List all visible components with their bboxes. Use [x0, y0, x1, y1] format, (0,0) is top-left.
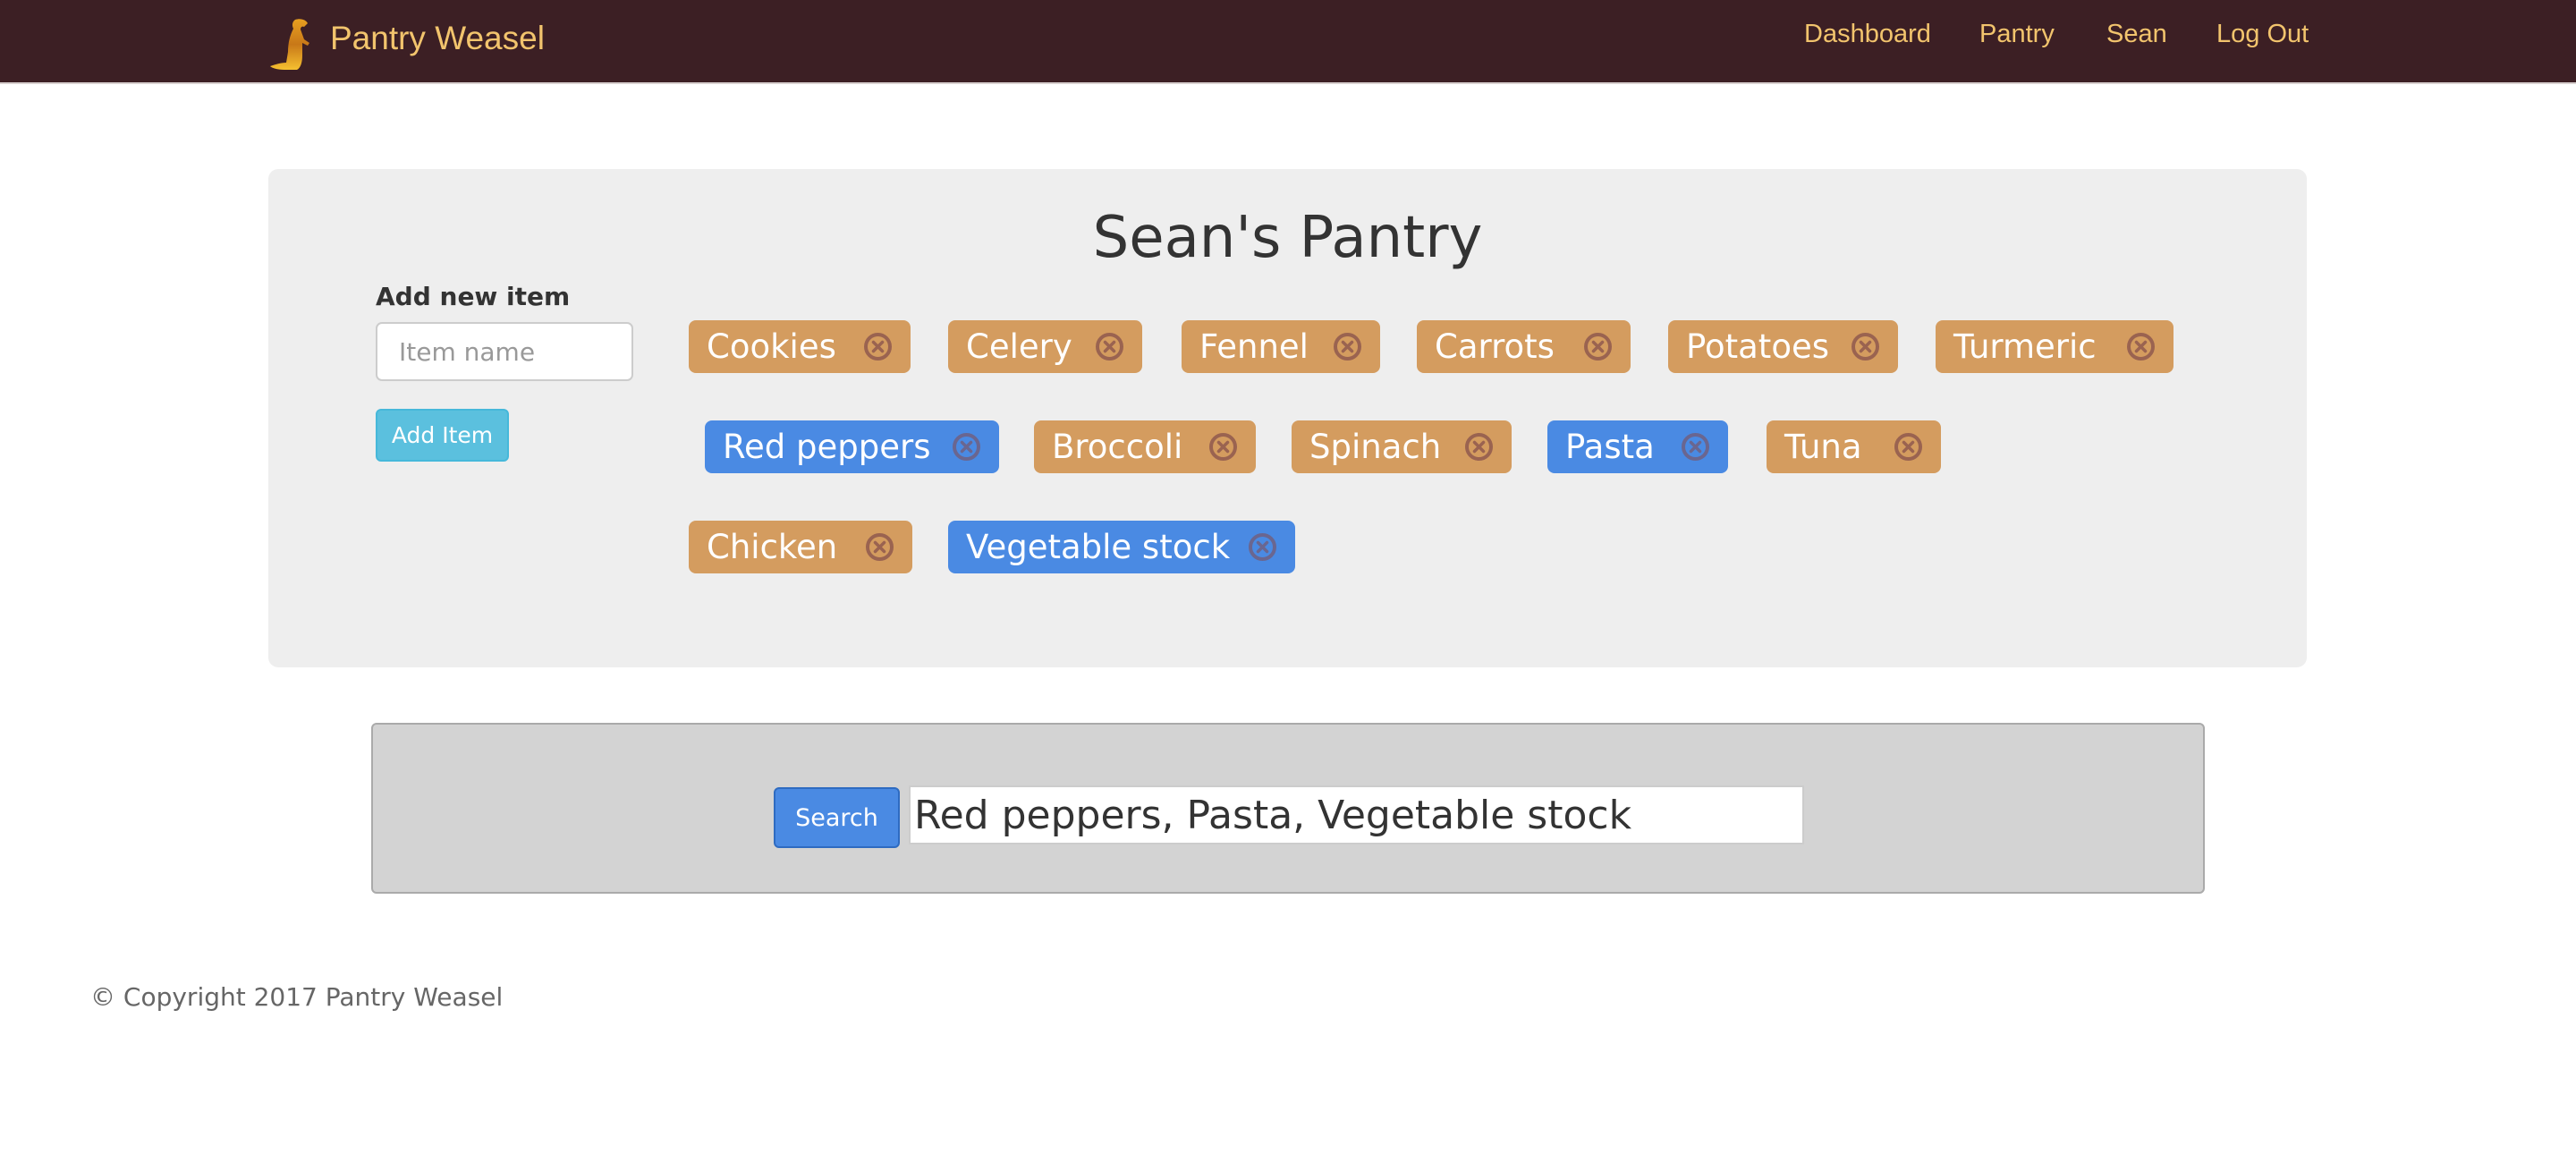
- pantry-item-tag[interactable]: Spinach: [1292, 420, 1512, 473]
- navbar: Pantry Weasel Dashboard Pantry Sean Log …: [0, 0, 2576, 84]
- pantry-item-label: Potatoes: [1686, 327, 1829, 366]
- pantry-item-label: Cookies: [707, 327, 836, 366]
- remove-item-icon[interactable]: [952, 432, 981, 462]
- pantry-item-label: Fennel: [1199, 327, 1309, 366]
- add-item-label: Add new item: [376, 282, 571, 311]
- nav-dashboard[interactable]: Dashboard: [1804, 20, 1931, 49]
- remove-item-icon[interactable]: [1851, 332, 1880, 361]
- nav-user-sean[interactable]: Sean: [2106, 20, 2167, 49]
- pantry-item-tag[interactable]: Potatoes: [1668, 320, 1898, 373]
- remove-item-icon[interactable]: [1583, 332, 1613, 361]
- remove-item-icon[interactable]: [863, 332, 893, 361]
- pantry-item-label: Vegetable stock: [966, 528, 1231, 566]
- search-panel: Search: [371, 723, 2205, 894]
- item-name-input[interactable]: [376, 322, 633, 381]
- pantry-item-tag[interactable]: Carrots: [1417, 320, 1631, 373]
- pantry-item-label: Turmeric: [1953, 327, 2097, 366]
- pantry-item-label: Carrots: [1435, 327, 1555, 366]
- search-input[interactable]: [909, 785, 1804, 844]
- pantry-item-tag[interactable]: Chicken: [689, 521, 912, 573]
- pantry-item-label: Tuna: [1784, 428, 1862, 466]
- add-item-button[interactable]: Add Item: [376, 409, 509, 462]
- pantry-item-tag[interactable]: Fennel: [1182, 320, 1380, 373]
- page-title: Sean's Pantry: [1092, 205, 1483, 271]
- pantry-item-tag[interactable]: Turmeric: [1936, 320, 2174, 373]
- brand-name[interactable]: Pantry Weasel: [330, 20, 545, 57]
- pantry-item-label: Red peppers: [723, 428, 931, 466]
- remove-item-icon[interactable]: [1464, 432, 1494, 462]
- pantry-item-tag[interactable]: Celery: [948, 320, 1142, 373]
- weasel-logo-icon[interactable]: [268, 16, 317, 72]
- search-button[interactable]: Search: [774, 787, 900, 848]
- pantry-item-tag[interactable]: Pasta: [1547, 420, 1728, 473]
- remove-item-icon[interactable]: [1681, 432, 1710, 462]
- remove-item-icon[interactable]: [1894, 432, 1923, 462]
- remove-item-icon[interactable]: [1095, 332, 1124, 361]
- pantry-item-label: Broccoli: [1052, 428, 1183, 466]
- footer-copyright: © Copyright 2017 Pantry Weasel: [90, 982, 504, 1012]
- pantry-item-label: Pasta: [1565, 428, 1655, 466]
- nav-pantry[interactable]: Pantry: [1979, 20, 2055, 49]
- pantry-item-label: Celery: [966, 327, 1072, 366]
- pantry-item-tag[interactable]: Tuna: [1767, 420, 1941, 473]
- pantry-item-tag[interactable]: Red peppers: [705, 420, 999, 473]
- pantry-item-label: Chicken: [707, 528, 838, 566]
- remove-item-icon[interactable]: [2126, 332, 2156, 361]
- remove-item-icon[interactable]: [1333, 332, 1362, 361]
- pantry-item-tag[interactable]: Vegetable stock: [948, 521, 1295, 573]
- pantry-item-label: Spinach: [1309, 428, 1442, 466]
- pantry-panel: Sean's Pantry Add new item Add Item Cook…: [268, 169, 2307, 667]
- remove-item-icon[interactable]: [865, 532, 894, 562]
- remove-item-icon[interactable]: [1248, 532, 1277, 562]
- pantry-item-tag[interactable]: Cookies: [689, 320, 911, 373]
- nav-log-out[interactable]: Log Out: [2216, 20, 2309, 49]
- remove-item-icon[interactable]: [1208, 432, 1238, 462]
- pantry-item-tag[interactable]: Broccoli: [1034, 420, 1256, 473]
